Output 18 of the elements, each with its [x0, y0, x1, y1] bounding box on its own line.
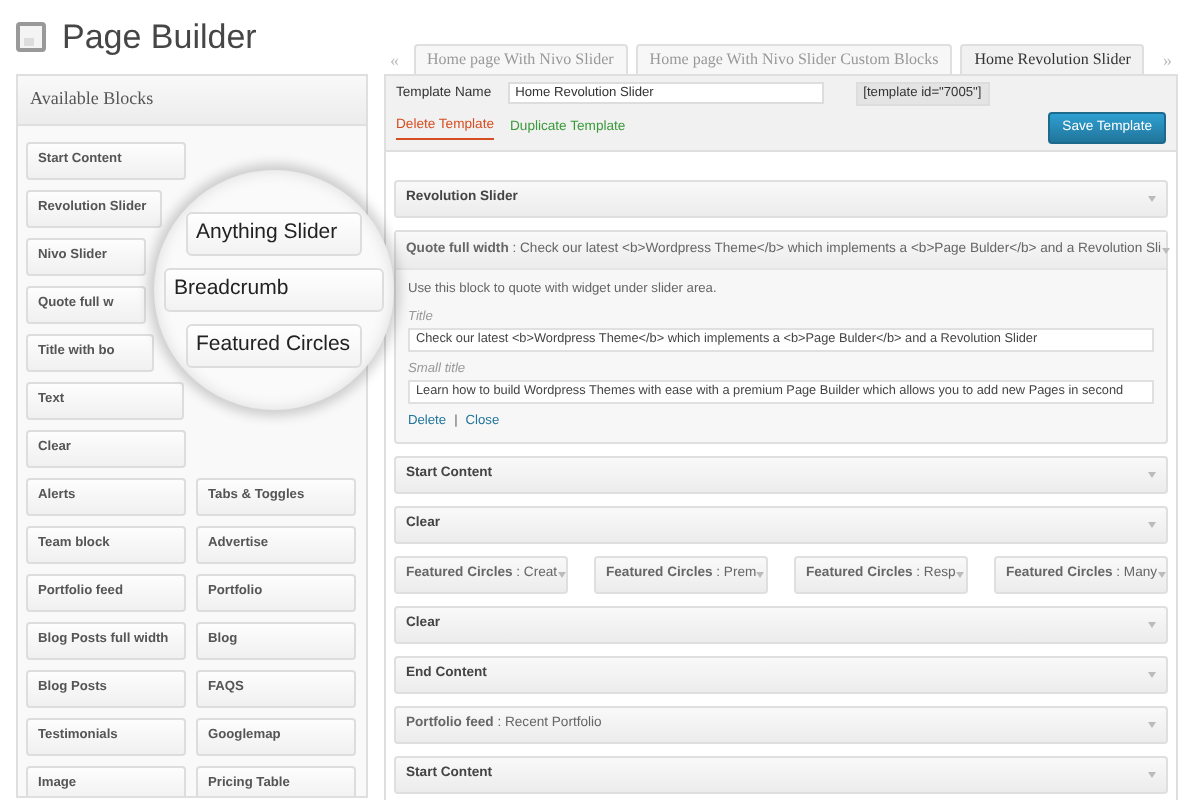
page-title: Page Builder	[62, 20, 257, 54]
caret-icon	[557, 571, 566, 578]
caret-icon	[1148, 621, 1156, 628]
block-button[interactable]: Featured Circles	[186, 324, 362, 368]
caret-icon	[1148, 471, 1156, 478]
caret-icon	[1161, 247, 1170, 254]
tab[interactable]: Home Revolution Slider	[960, 44, 1145, 74]
caret-icon	[1157, 571, 1166, 578]
block-button[interactable]: Anything Slider	[186, 212, 362, 256]
caret-icon	[1148, 671, 1156, 678]
page-builder-icon	[16, 22, 46, 52]
caret-icon	[1148, 521, 1156, 528]
block-button[interactable]: Breadcrumb	[164, 268, 384, 312]
caret-icon	[1148, 196, 1156, 203]
caret-icon	[1148, 771, 1156, 778]
caret-icon	[955, 571, 964, 578]
caret-icon	[1148, 721, 1156, 728]
caret-icon	[756, 571, 765, 578]
